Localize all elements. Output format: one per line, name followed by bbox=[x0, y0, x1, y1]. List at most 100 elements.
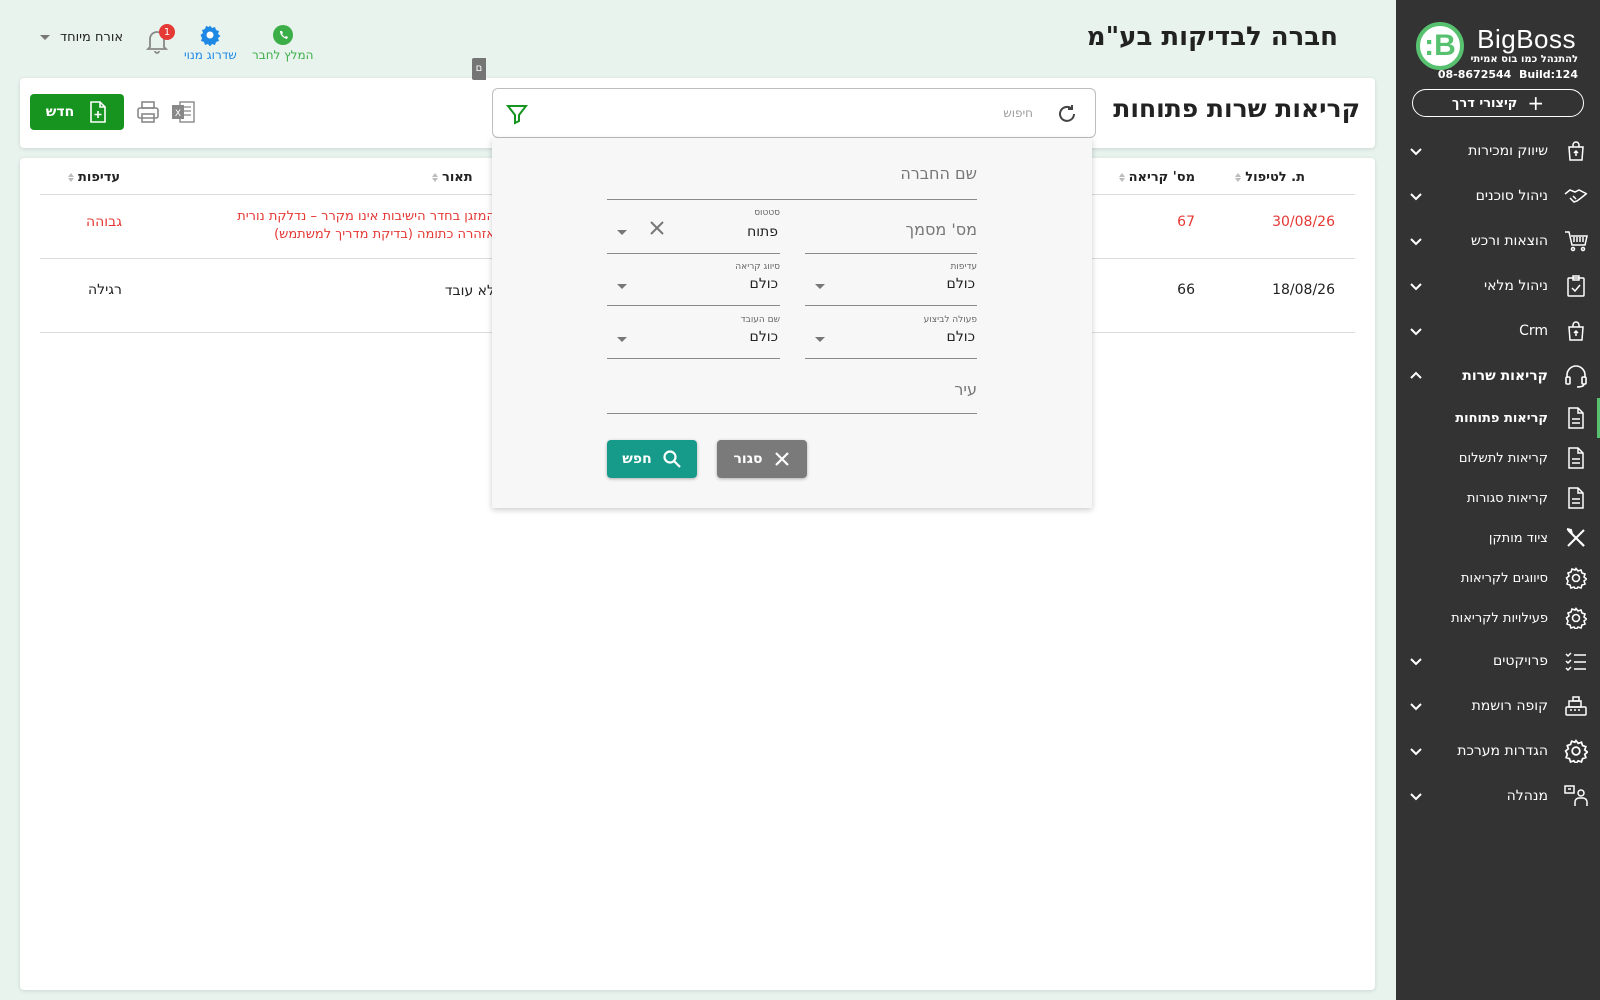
caret-down-icon bbox=[617, 284, 627, 289]
logo-mark: B: bbox=[1416, 22, 1464, 70]
search-input[interactable]: חיפוש bbox=[492, 88, 1096, 138]
sidebar-item-expenses[interactable]: הוצאות ורכש bbox=[1396, 218, 1600, 263]
close-icon bbox=[774, 452, 789, 466]
shortcuts-button[interactable]: + קיצורי דרך bbox=[1412, 89, 1584, 117]
cell-description: המזגן בחדר הישיבות אינו מקרר – נדלקת נור… bbox=[237, 208, 495, 244]
priority-select[interactable]: עדיפות כולם bbox=[805, 262, 977, 306]
logo-text: BigBoss bbox=[1477, 24, 1576, 54]
recommend-link[interactable]: המלץ לחבר bbox=[252, 24, 313, 62]
description-line: לא עובד bbox=[444, 283, 495, 299]
sidebar-item-service-calls[interactable]: קריאות שרות bbox=[1396, 353, 1600, 398]
sidebar-subitem-closed-calls[interactable]: קריאות סגורות bbox=[1396, 478, 1600, 518]
priority-value: כולם bbox=[946, 276, 975, 292]
user-menu[interactable]: אורח מיוחד bbox=[40, 30, 123, 45]
clear-icon[interactable] bbox=[647, 218, 667, 238]
call-type-select[interactable]: סיווג קריאה כולם bbox=[607, 262, 780, 306]
new-button[interactable]: חדש bbox=[30, 94, 124, 130]
checklist-icon bbox=[1562, 647, 1590, 675]
call-type-value: כולם bbox=[749, 276, 778, 292]
sidebar-item-cash-register[interactable]: קופה רושמת bbox=[1396, 683, 1600, 728]
sidebar-subitem-payment-calls[interactable]: קריאות לתשלום bbox=[1396, 438, 1600, 478]
column-header-label: ת. לטיפול bbox=[1245, 170, 1305, 185]
sidebar: B: BigBoss להתנהל כמו בוס אמיתי 08-86725… bbox=[1396, 0, 1600, 1000]
sidebar-item-agents[interactable]: ניהול סוכנים bbox=[1396, 173, 1600, 218]
refresh-icon[interactable] bbox=[1055, 102, 1079, 126]
company-name-field[interactable]: שם החברה bbox=[607, 154, 977, 200]
caret-down-icon bbox=[617, 337, 627, 342]
chevron-down-icon bbox=[1410, 237, 1422, 245]
sidebar-subitem-call-classifications[interactable]: סיווגים לקריאות bbox=[1396, 558, 1600, 598]
city-field[interactable]: עיר bbox=[607, 366, 977, 414]
sidebar-subitem-label: ציוד מותקן bbox=[1488, 530, 1548, 546]
sidebar-item-label: Crm bbox=[1519, 322, 1548, 339]
cell-priority: גבוהה bbox=[86, 214, 122, 230]
column-header-call-number[interactable]: מס' קריאה bbox=[1118, 170, 1195, 185]
status-select[interactable]: סטטוס פתוח bbox=[607, 208, 780, 254]
sidebar-nav: שיווק ומכירות ניהול סוכנים הוצאות ורכש נ… bbox=[1396, 128, 1600, 818]
sidebar-item-projects[interactable]: פרויקטים bbox=[1396, 638, 1600, 683]
chevron-down-icon bbox=[1410, 282, 1422, 290]
sort-icon bbox=[1235, 173, 1242, 182]
close-button[interactable]: סגור bbox=[717, 440, 807, 478]
document-icon bbox=[1564, 406, 1588, 430]
headset-icon bbox=[1562, 362, 1590, 390]
action-value: כולם bbox=[946, 329, 975, 345]
employee-select[interactable]: שם העובד כולם bbox=[607, 315, 780, 359]
doc-number-placeholder: מס' מסמך bbox=[905, 220, 977, 239]
gear-icon bbox=[200, 25, 221, 46]
logo[interactable]: B: BigBoss להתנהל כמו בוס אמיתי 08-86725… bbox=[1414, 18, 1582, 88]
new-button-label: חדש bbox=[45, 104, 75, 120]
sidebar-item-admin[interactable]: מנהלה bbox=[1396, 773, 1600, 818]
plus-icon: + bbox=[1527, 91, 1545, 115]
sidebar-subitem-installed-equipment[interactable]: ציוד מותקן bbox=[1396, 518, 1600, 558]
column-header-priority[interactable]: עדיפות bbox=[68, 170, 120, 185]
cash-register-icon bbox=[1562, 692, 1590, 720]
tooltip-fragment: ם bbox=[472, 58, 486, 80]
sidebar-subitem-open-calls[interactable]: קריאות פתוחות bbox=[1396, 398, 1600, 438]
search-button[interactable]: חפש bbox=[607, 440, 697, 478]
upgrade-label: שדרוג מנוי bbox=[184, 48, 237, 62]
sidebar-item-label: ניהול סוכנים bbox=[1475, 187, 1548, 204]
filter-icon[interactable] bbox=[505, 102, 529, 126]
sidebar-subitem-call-activities[interactable]: פעילויות לקריאות bbox=[1396, 598, 1600, 638]
employee-value: כולם bbox=[749, 329, 778, 345]
admin-icon bbox=[1562, 782, 1590, 810]
notification-badge: 1 bbox=[159, 24, 175, 40]
clipboard-check-icon bbox=[1562, 272, 1590, 300]
action-select[interactable]: פעולה לביצוע כולם bbox=[805, 315, 977, 359]
sidebar-item-marketing[interactable]: שיווק ומכירות bbox=[1396, 128, 1600, 173]
cell-call-number: 66 bbox=[1177, 282, 1195, 298]
notifications-button[interactable]: 1 bbox=[145, 24, 175, 54]
sidebar-item-inventory[interactable]: ניהול מלאי bbox=[1396, 263, 1600, 308]
sidebar-item-label: שיווק ומכירות bbox=[1468, 142, 1548, 159]
build-number: Build:124 bbox=[1519, 68, 1578, 81]
cell-due-date: 18/08/26 bbox=[1272, 282, 1335, 298]
column-header-label: מס' קריאה bbox=[1128, 170, 1195, 185]
recommend-label: המלץ לחבר bbox=[252, 48, 314, 62]
sidebar-item-crm[interactable]: Crm bbox=[1396, 308, 1600, 353]
description-line: המזגן בחדר הישיבות אינו מקרר – נדלקת נור… bbox=[237, 209, 495, 224]
upgrade-link[interactable]: שדרוג מנוי bbox=[184, 24, 237, 62]
filter-panel: שם החברה מס' מסמך סטטוס פתוח עדיפות כולם… bbox=[492, 138, 1092, 508]
sidebar-item-label: הוצאות ורכש bbox=[1470, 232, 1548, 249]
print-icon[interactable] bbox=[136, 100, 160, 124]
company-name-placeholder: שם החברה bbox=[900, 164, 977, 183]
column-header-label: עדיפות bbox=[78, 170, 121, 185]
logo-tagline: להתנהל כמו בוס אמיתי bbox=[1470, 54, 1578, 65]
cell-due-date: 30/08/26 bbox=[1272, 214, 1335, 230]
sidebar-subitem-label: קריאות פתוחות bbox=[1455, 410, 1548, 426]
doc-number-field[interactable]: מס' מסמך bbox=[805, 208, 977, 254]
sort-icon bbox=[68, 173, 74, 182]
excel-icon[interactable]: X bbox=[170, 99, 196, 125]
sidebar-item-system-settings[interactable]: הגדרות מערכת bbox=[1396, 728, 1600, 773]
whatsapp-icon bbox=[272, 25, 293, 45]
cart-icon bbox=[1562, 227, 1590, 255]
sidebar-item-label: מנהלה bbox=[1506, 787, 1548, 804]
document-icon bbox=[1564, 446, 1588, 470]
column-header-description[interactable]: תאור bbox=[432, 170, 473, 185]
search-icon bbox=[663, 450, 681, 468]
gear-icon bbox=[1564, 606, 1588, 630]
chevron-down-icon bbox=[1410, 792, 1422, 800]
cell-call-number: 67 bbox=[1177, 214, 1195, 230]
column-header-due-date[interactable]: ת. לטיפול bbox=[1235, 170, 1305, 185]
